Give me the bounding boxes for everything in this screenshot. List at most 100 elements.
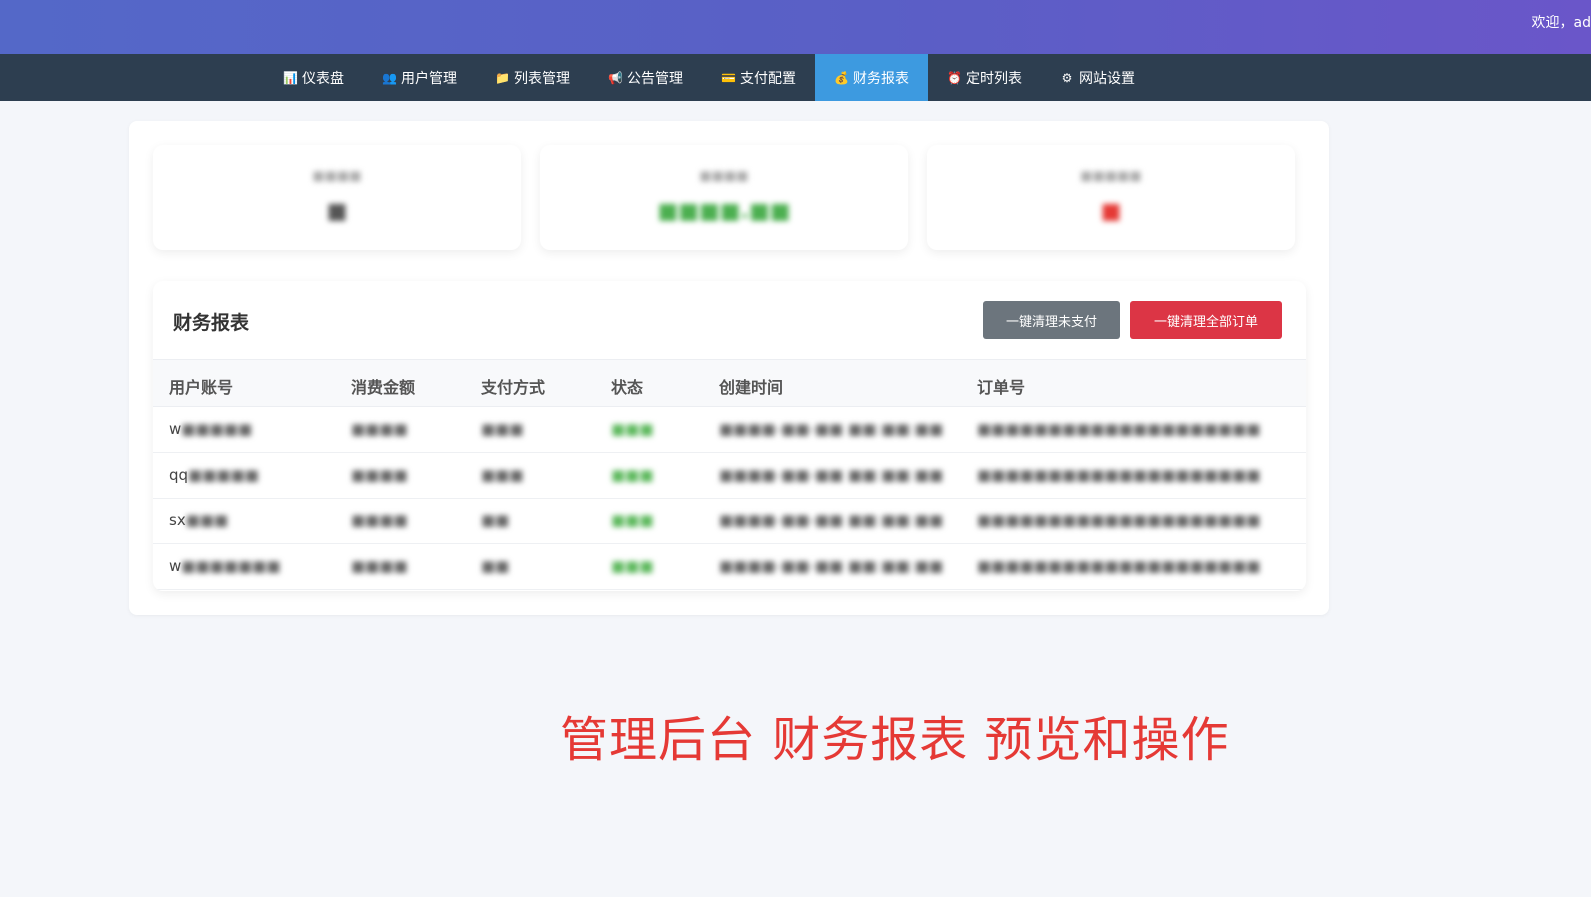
cell-value: ■■■■ — [351, 420, 408, 438]
cell-value: ■■■ — [611, 465, 654, 484]
cell-amount: ■■■■ — [351, 420, 408, 438]
cell-value: ■■■■-■■-■■ ■■:■■:■■ — [719, 420, 944, 438]
nav-item-6[interactable]: ⏰ 定时列表 — [928, 54, 1041, 101]
nav-icon: 💰 — [834, 70, 849, 85]
cell-value: ■■■■ — [351, 511, 408, 529]
nav-label: 网站设置 — [1079, 70, 1135, 87]
cell-created: ■■■■-■■-■■ ■■:■■:■■ — [719, 557, 943, 575]
cell-created: ■■■■-■■-■■ ■■:■■:■■ — [719, 511, 943, 529]
nav-item-1[interactable]: 👥 用户管理 — [363, 54, 476, 101]
cell-value: ■■■ — [611, 511, 654, 529]
welcome-text: 欢迎，ad — [1531, 15, 1591, 31]
cell-amount: ■■■■ — [351, 557, 408, 575]
content-card: ■■■■ ■ ■■■■ ■■■■.■■ ■■■■■ ■ 财务报表 一键清理未支付… — [129, 121, 1329, 615]
account-visible: w — [169, 420, 182, 438]
table-row: w■■■■■■■ ■■■■ ■■ ■■■ ■■■■-■■-■■ ■■:■■:■■ ■■■■… — [153, 543, 1306, 590]
cell-value: ■■■ — [611, 420, 654, 438]
cell-account: sx■■■ — [169, 511, 228, 529]
account-redacted: ■■■■■■■ — [181, 556, 281, 575]
stat-label: ■■■■■ — [1080, 169, 1142, 184]
nav-icon: ⏰ — [947, 70, 962, 85]
cell-value: ■■ — [481, 511, 510, 529]
cell-status: ■■■ — [611, 557, 654, 575]
nav-icon: ⚙ — [1061, 70, 1073, 85]
account-redacted: ■■■■■ — [188, 465, 259, 484]
column-header-method: 支付方式 — [481, 378, 546, 397]
stat-value: ■ — [1100, 199, 1122, 224]
account-visible: sx — [169, 511, 186, 529]
account-redacted: ■■■ — [185, 511, 229, 529]
nav-item-3[interactable]: 📢 公告管理 — [589, 54, 702, 101]
cell-value: ■■ — [481, 556, 510, 575]
stat-value: ■ — [326, 199, 348, 224]
nav-label: 公告管理 — [627, 70, 683, 87]
nav-items: 📊 仪表盘 👥 用户管理 📁 列表管理 📢 公告管理 💳 支付配置 💰 财务报表 ⏰ 定时列表 ⚙ 网站设置 — [264, 54, 1154, 101]
nav-item-7[interactable]: ⚙ 网站设置 — [1041, 54, 1154, 101]
clear-unpaid-button[interactable]: 一键清理未支付 — [983, 301, 1120, 339]
cell-order: ■■■■■■■■■■■■■■■■■■■■ — [977, 557, 1260, 575]
stat-label: ■■■■ — [312, 169, 362, 184]
nav-label: 用户管理 — [401, 70, 457, 87]
report-title: 财务报表 — [173, 312, 250, 334]
cell-account: qq■■■■■ — [169, 466, 259, 484]
nav-item-4[interactable]: 💳 支付配置 — [702, 54, 815, 101]
cell-status: ■■■ — [611, 466, 654, 484]
table-header: 用户账号 消费金额 支付方式 状态 创建时间 订单号 — [153, 359, 1306, 407]
nav-label: 财务报表 — [853, 70, 909, 87]
column-header-amount: 消费金额 — [351, 378, 416, 397]
nav-icon: 👥 — [382, 70, 397, 85]
cell-value: ■■■ — [481, 420, 524, 438]
cell-amount: ■■■■ — [351, 511, 408, 529]
cell-method: ■■ — [481, 511, 509, 529]
nav-label: 仪表盘 — [302, 70, 344, 87]
nav-label: 定时列表 — [966, 70, 1022, 87]
main-nav: 📊 仪表盘 👥 用户管理 📁 列表管理 📢 公告管理 💳 支付配置 💰 财务报表 ⏰ 定时列表 ⚙ 网站设置 — [0, 54, 1591, 101]
cell-order: ■■■■■■■■■■■■■■■■■■■■ — [977, 420, 1260, 438]
cell-status: ■■■ — [611, 420, 654, 438]
column-header-status: 状态 — [611, 378, 644, 397]
cell-method: ■■■ — [481, 420, 524, 438]
nav-item-0[interactable]: 📊 仪表盘 — [264, 54, 363, 101]
account-visible: w — [169, 556, 182, 575]
stat-card-2: ■■■■ ■■■■.■■ — [540, 145, 908, 250]
cell-created: ■■■■-■■-■■ ■■:■■:■■ — [719, 466, 943, 484]
column-header-order: 订单号 — [977, 378, 1026, 397]
stat-label: ■■■■ — [699, 169, 749, 184]
table-row: w■■■■■ ■■■■ ■■■ ■■■ ■■■■-■■-■■ ■■:■■:■■ ■■■■■… — [153, 406, 1306, 453]
cell-method: ■■■ — [481, 466, 524, 484]
cell-order: ■■■■■■■■■■■■■■■■■■■■ — [977, 466, 1260, 484]
cell-status: ■■■ — [611, 511, 654, 529]
caption-text: 管理后台 财务报表 预览和操作 — [560, 712, 1230, 768]
nav-icon: 📊 — [283, 70, 298, 85]
cell-account: w■■■■■ — [169, 420, 252, 438]
cell-value: ■■■■■■■■■■■■■■■■■■■■ — [977, 465, 1261, 484]
cell-value: ■■■■-■■-■■ ■■:■■:■■ — [719, 511, 944, 529]
account-visible: qq — [169, 465, 189, 484]
nav-icon: 📢 — [608, 70, 623, 85]
nav-item-2[interactable]: 📁 列表管理 — [476, 54, 589, 101]
clear-all-orders-button[interactable]: 一键清理全部订单 — [1130, 301, 1282, 339]
cell-value: ■■■■ — [351, 465, 408, 484]
cell-value: ■■■■■■■■■■■■■■■■■■■■ — [977, 556, 1261, 575]
stat-card-3: ■■■■■ ■ — [927, 145, 1295, 250]
account-redacted: ■■■■■ — [181, 420, 253, 438]
nav-item-5[interactable]: 💰 财务报表 — [815, 54, 928, 101]
cell-method: ■■ — [481, 557, 509, 575]
nav-icon: 📁 — [495, 70, 510, 85]
cell-value: ■■■ — [481, 465, 524, 484]
cell-value: ■■■■■■■■■■■■■■■■■■■■ — [977, 420, 1261, 438]
cell-amount: ■■■■ — [351, 466, 408, 484]
nav-icon: 💳 — [721, 70, 736, 85]
finance-report-panel: 财务报表 一键清理未支付 一键清理全部订单 用户账号 消费金额 支付方式 状态 … — [153, 281, 1306, 591]
table-row: sx■■■ ■■■■ ■■ ■■■ ■■■■-■■-■■ ■■:■■:■■ ■■■■■■■… — [153, 497, 1306, 544]
column-header-account: 用户账号 — [169, 378, 234, 397]
stat-card-1: ■■■■ ■ — [153, 145, 521, 250]
cell-account: w■■■■■■■ — [169, 557, 281, 575]
cell-value: ■■■■-■■-■■ ■■:■■:■■ — [719, 556, 944, 575]
cell-value: ■■■■■■■■■■■■■■■■■■■■ — [977, 511, 1261, 529]
cell-value: ■■■ — [611, 556, 654, 575]
cell-order: ■■■■■■■■■■■■■■■■■■■■ — [977, 511, 1260, 529]
stat-value: ■■■■.■■ — [657, 199, 791, 224]
cell-value: ■■■■-■■-■■ ■■:■■:■■ — [719, 465, 944, 484]
nav-label: 支付配置 — [740, 70, 796, 87]
